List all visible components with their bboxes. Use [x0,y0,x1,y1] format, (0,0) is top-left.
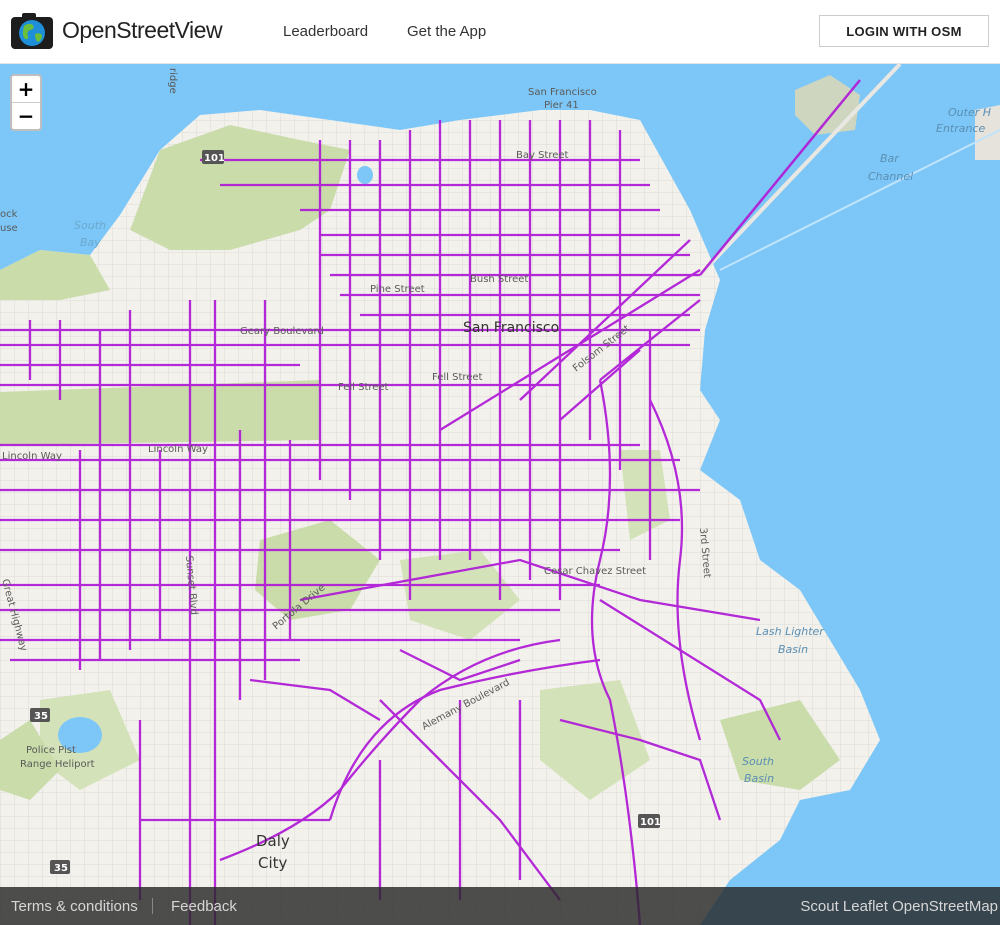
zoom-in-button[interactable]: + [12,76,40,102]
map-label-pine: Pine Street [370,284,425,295]
map-label-daly-city: City [258,854,288,872]
map-label-lincoln-2: Lincoln Way [148,444,208,455]
footer-bar: Terms & conditions Feedback Scout Leafle… [0,887,1000,925]
map-label-outer-harbor: Outer H [948,106,991,119]
map-label-heliport: Police Pist [26,745,76,756]
map-label-bay-street: Bay Street [516,150,569,161]
zoom-out-button[interactable]: − [12,102,40,129]
map-label-bar: Bar [880,152,900,165]
map-label-edge-2: use [0,223,18,234]
nav-get-the-app-link[interactable]: Get the App [407,23,486,40]
map-label-south-basin: South [742,755,774,768]
map-label-basin: Basin [778,643,808,656]
map-label-ridge: ridge [167,68,178,94]
map-label-south-bay: South [74,219,106,232]
map-label-pier-41: Pier 41 [544,100,579,111]
map-tiles: San Francisco Daly City South Bay Bar Ch… [0,64,1000,925]
map-label-daly: Daly [256,832,290,850]
map-label-lash: Lash Lighter [756,625,825,638]
map-label-lincoln: Lincoln Way [2,451,62,462]
map-label-bush: Bush Street [470,274,528,285]
map-canvas[interactable]: San Francisco Daly City South Bay Bar Ch… [0,64,1000,925]
feedback-link[interactable]: Feedback [171,898,237,915]
brand-name[interactable]: OpenStreetView [62,17,223,44]
map-attribution[interactable]: Scout Leaflet OpenStreetMap [800,898,998,915]
login-with-osm-button[interactable]: LOGIN WITH OSM [819,15,989,47]
zoom-control: + − [10,74,42,131]
highway-101-label: 101 [204,153,225,164]
terms-and-conditions-link[interactable]: Terms & conditions [11,898,138,915]
map-label-city: San Francisco [463,320,559,336]
map-label-fell: Fell Street [338,382,389,393]
map-label-channel: Channel [868,170,913,183]
map-label-south-bay-2: Bay [80,236,101,249]
footer-divider [152,898,153,914]
map-label-heliport-2: Range Heliport [20,759,95,770]
highway-35-label: 35 [54,863,68,874]
map-label-pier: San Francisco [528,87,597,98]
highway-35-label: 35 [34,711,48,722]
map-label-entrance: Entrance [936,122,986,135]
top-header: OpenStreetView Leaderboard Get the App L… [0,0,1000,64]
globe-camera-logo-icon[interactable] [10,12,54,50]
map-label-edge-1: ock [0,209,18,220]
map-label-fell-2: Fell Street [432,372,483,383]
highway-101-label: 101 [640,817,661,828]
map-label-south-basin-2: Basin [744,772,774,785]
nav-leaderboard-link[interactable]: Leaderboard [283,23,368,40]
map-label-geary: Geary Boulevard [240,326,324,337]
map-label-cesar-chavez: Cesar Chavez Street [544,566,646,577]
